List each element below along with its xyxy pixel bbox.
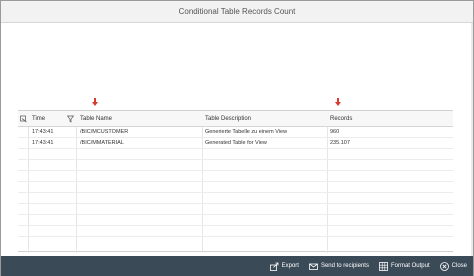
dialog-title: Conditional Table Records Count [178, 7, 296, 16]
cell-table-name: /BIC/MMATERIAL [80, 140, 124, 146]
table-row-empty [18, 182, 453, 193]
send-to-recipients-label: Send to recipients [320, 263, 369, 269]
dialog-titlebar: Conditional Table Records Count [1, 1, 473, 23]
cell-table-description: Generierte Tabelle zu einem View [205, 129, 288, 135]
send-to-recipients-button[interactable]: Send to recipients [309, 262, 369, 271]
cell-time: 17:43:41 [32, 140, 54, 146]
table-row-empty [18, 193, 453, 204]
cell-table-description: Generated Table for View [205, 140, 267, 146]
records-table: Time Table Name Table Description Record… [18, 110, 453, 253]
column-header-table-name[interactable]: Table Name [80, 111, 190, 127]
grid-icon [379, 261, 388, 271]
export-button[interactable]: Export [269, 262, 299, 271]
close-circle-icon [439, 261, 449, 271]
table-header: Time Table Name Table Description Record… [18, 111, 453, 127]
table-row[interactable]: 17:43:41 /BIC/MCUSTOMER Generierte Tabel… [18, 127, 453, 138]
column-header-table-description[interactable]: Table Description [205, 111, 315, 127]
cell-table-name: /BIC/MCUSTOMER [80, 129, 129, 135]
cell-time: 17:43:41 [32, 129, 54, 135]
column-header-records[interactable]: Records [330, 111, 440, 127]
format-output-label: Format Output [390, 263, 430, 269]
table-row-empty [18, 149, 453, 160]
close-label: Close [451, 263, 467, 269]
column-header-time[interactable]: Time [32, 111, 72, 127]
export-label: Export [281, 263, 299, 269]
filter-icon[interactable] [66, 111, 75, 127]
cell-records: 960 [330, 129, 340, 135]
dialog-footer-toolbar: Export Send to recipients Format Output [1, 256, 473, 276]
table-row-empty [18, 226, 453, 237]
records-count-dialog: Conditional Table Records Count Time Tab… [0, 0, 474, 276]
table-row[interactable]: 17:43:41 /BIC/MMATERIAL Generated Table … [18, 138, 453, 149]
dialog-scrollbar[interactable] [471, 23, 473, 256]
cell-records: 235.107 [330, 140, 350, 146]
envelope-icon [309, 262, 318, 271]
table-settings-icon[interactable] [19, 111, 28, 127]
export-icon [269, 262, 279, 271]
format-output-button[interactable]: Format Output [379, 261, 430, 271]
table-row-empty [18, 215, 453, 226]
close-button[interactable]: Close [439, 261, 467, 271]
table-row-empty [18, 237, 453, 248]
table-row-empty [18, 160, 453, 171]
table-row-empty [18, 204, 453, 215]
table-row-empty [18, 171, 453, 182]
